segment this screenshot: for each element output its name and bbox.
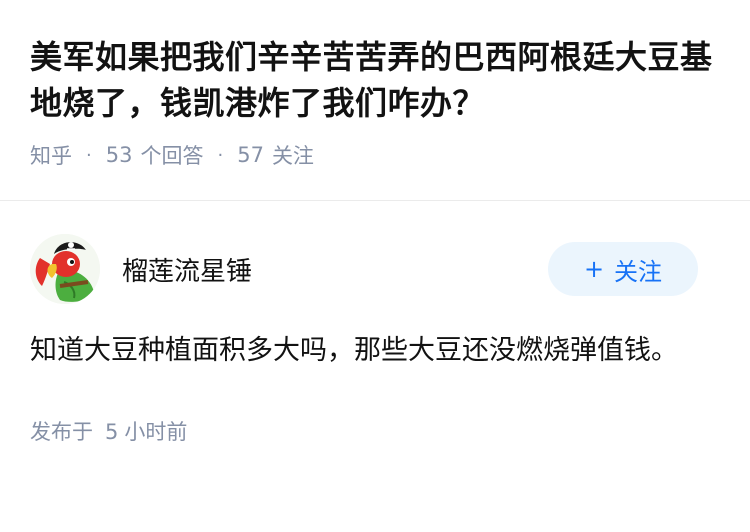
question-header: 美军如果把我们辛辛苦苦弄的巴西阿根廷大豆基地烧了，钱凯港炸了我们咋办？ 知乎 ·…: [0, 0, 750, 168]
follower-count-label: 关注: [271, 144, 314, 168]
publish-prefix: 发布于: [30, 420, 93, 444]
parrot-pirate-avatar-icon: [30, 234, 100, 304]
answer-content[interactable]: 知道大豆种植面积多大吗，那些大豆还没燃烧弹值钱。: [30, 328, 710, 374]
author-name[interactable]: 榴莲流星锤: [122, 251, 252, 288]
answer-count-label: 个回答: [140, 144, 204, 168]
separator-dot: ·: [217, 144, 224, 166]
source-label: 知乎: [30, 144, 72, 168]
follow-button-label: 关注: [614, 257, 663, 286]
question-title[interactable]: 美军如果把我们辛辛苦苦弄的巴西阿根廷大豆基地烧了，钱凯港炸了我们咋办？: [30, 34, 720, 126]
author-row: 榴莲流星锤 + 关注: [30, 232, 720, 306]
plus-icon: +: [583, 255, 605, 283]
follow-button[interactable]: + 关注: [548, 242, 698, 296]
answer-count: 53: [105, 143, 133, 167]
publish-suffix: 小时前: [124, 420, 188, 444]
separator-dot: ·: [86, 144, 92, 166]
publish-time: 发布于 5 小时前: [30, 416, 720, 446]
answer-card: 榴莲流星锤 + 关注 知道大豆种植面积多大吗，那些大豆还没燃烧弹值钱。 发布于 5…: [0, 232, 750, 446]
author-info[interactable]: 榴莲流星锤: [30, 234, 252, 304]
divider: [0, 200, 750, 201]
publish-number: 5: [105, 420, 119, 444]
follower-count: 57: [237, 143, 264, 167]
avatar[interactable]: [30, 234, 100, 304]
question-meta: 知乎 · 53 个回答 · 57 关注: [30, 140, 720, 170]
